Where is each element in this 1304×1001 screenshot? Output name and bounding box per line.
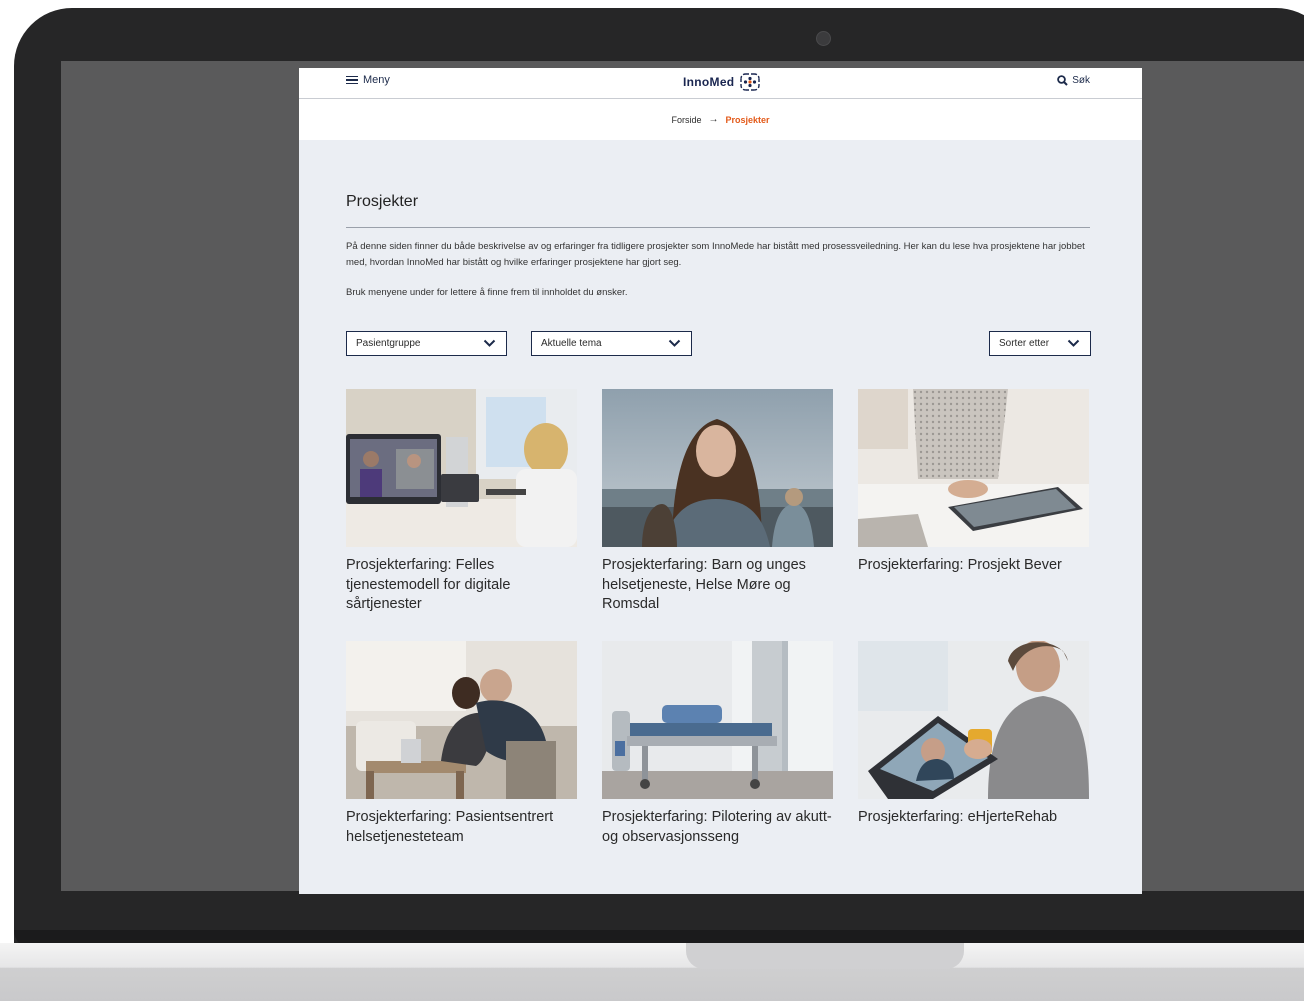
chevron-down-icon xyxy=(483,339,496,347)
hamburger-icon xyxy=(346,75,358,85)
patient-group-label: Pasientgruppe xyxy=(356,338,421,349)
menu-button[interactable]: Meny xyxy=(346,74,390,86)
camera-icon xyxy=(816,31,831,46)
laptop-base xyxy=(0,943,1304,1001)
project-image-hospital-bed xyxy=(602,641,833,799)
breadcrumb-arrow-icon: → xyxy=(708,114,719,125)
patient-group-select[interactable]: Pasientgruppe xyxy=(346,331,507,356)
project-image-home-visit xyxy=(346,641,577,799)
project-card[interactable]: Prosjekterfaring: Pasientsentrert helset… xyxy=(346,641,577,847)
project-title[interactable]: Prosjekterfaring: eHjerteRehab xyxy=(858,808,1089,828)
project-card[interactable]: Prosjekterfaring: Prosjekt Bever xyxy=(858,389,1089,576)
project-image-tablet-hands xyxy=(858,389,1089,547)
chevron-down-icon xyxy=(1067,339,1080,347)
project-card[interactable]: Prosjekterfaring: eHjerteRehab xyxy=(858,641,1089,828)
innomed-logo-icon xyxy=(740,73,761,91)
project-card[interactable]: Prosjekterfaring: Barn og unges helsetje… xyxy=(602,389,833,615)
project-title[interactable]: Prosjekterfaring: Barn og unges helsetje… xyxy=(602,556,833,615)
laptop-base-notch xyxy=(686,943,964,969)
intro-help-text: Bruk menyene under for lettere å finne f… xyxy=(346,287,628,298)
breadcrumb: Forside → Prosjekter xyxy=(299,99,1142,140)
current-topics-select[interactable]: Aktuelle tema xyxy=(531,331,692,356)
intro-text: På denne siden finner du både beskrivels… xyxy=(346,241,1085,268)
project-title[interactable]: Prosjekterfaring: Pasientsentrert helset… xyxy=(346,808,577,847)
project-card[interactable]: Prosjekterfaring: Felles tjenestemodell … xyxy=(346,389,577,615)
search-button[interactable]: Søk xyxy=(1057,75,1090,86)
sort-by-label: Sorter etter xyxy=(999,338,1050,349)
project-title[interactable]: Prosjekterfaring: Felles tjenestemodell … xyxy=(346,556,577,615)
breadcrumb-current: Prosjekter xyxy=(725,114,770,125)
page-title: Prosjekter xyxy=(346,193,1090,228)
current-topics-label: Aktuelle tema xyxy=(541,338,602,349)
project-title[interactable]: Prosjekterfaring: Prosjekt Bever xyxy=(858,556,1089,576)
sort-by-select[interactable]: Sorter etter xyxy=(989,331,1091,356)
project-card[interactable]: Prosjekterfaring: Pilotering av akutt- o… xyxy=(602,641,833,847)
project-image-video-consultation xyxy=(346,389,577,547)
search-icon xyxy=(1057,75,1068,86)
site-header: Meny InnoMed Søk xyxy=(299,68,1142,99)
menu-label: Meny xyxy=(363,74,390,86)
site-logo[interactable]: InnoMed xyxy=(683,73,761,91)
breadcrumb-home-link[interactable]: Forside xyxy=(671,115,701,125)
chevron-down-icon xyxy=(668,339,681,347)
project-image-video-call-tablet xyxy=(858,641,1089,799)
project-title[interactable]: Prosjekterfaring: Pilotering av akutt- o… xyxy=(602,808,833,847)
logo-text: InnoMed xyxy=(683,75,735,89)
webpage: Meny InnoMed Søk Forside → Prosjekter Pr… xyxy=(299,68,1142,894)
search-label: Søk xyxy=(1072,75,1090,86)
project-image-young-girl xyxy=(602,389,833,547)
filter-bar: Pasientgruppe Aktuelle tema Sorter etter xyxy=(346,331,1091,358)
main-content: Prosjekter På denne siden finner du både… xyxy=(299,193,1142,358)
